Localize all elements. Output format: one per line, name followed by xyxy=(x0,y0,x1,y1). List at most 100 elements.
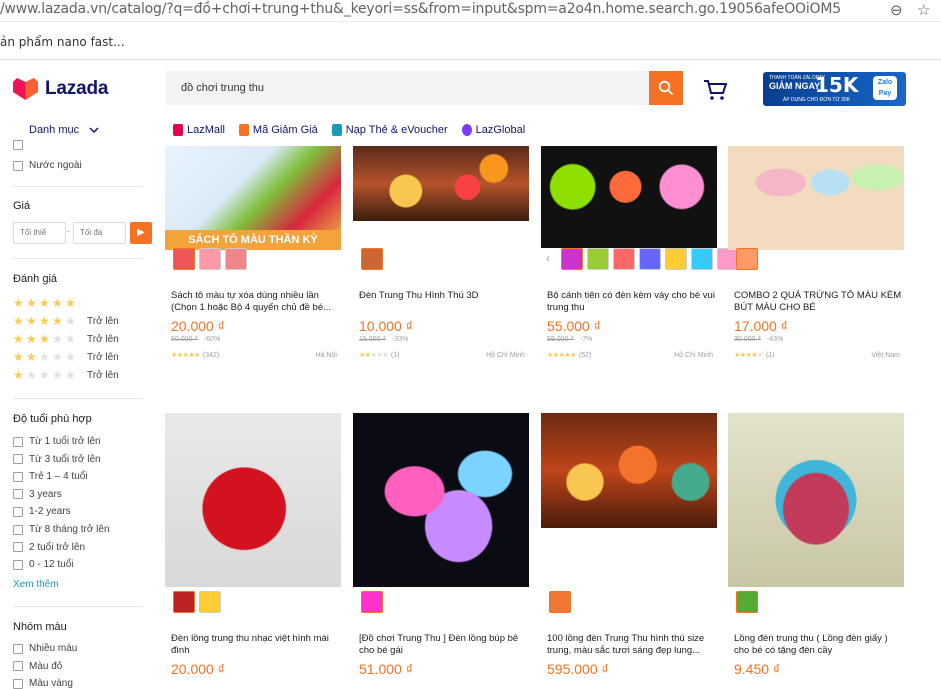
url-text[interactable]: /www.lazada.vn/catalog/?q=đồ+chơi+trung+… xyxy=(0,0,841,18)
variant-thumbnail[interactable] xyxy=(199,248,221,270)
filter-age[interactable]: 1-2 years xyxy=(13,506,71,517)
category-menu[interactable]: Danh mục xyxy=(29,124,99,136)
checkbox[interactable] xyxy=(13,678,23,689)
product-image[interactable] xyxy=(728,413,904,587)
filter-overseas[interactable]: Nước ngoài xyxy=(13,160,82,171)
nav-vouchers[interactable]: Mã Giảm Giá xyxy=(238,121,318,139)
filter-age[interactable]: Từ 8 tháng trở lên xyxy=(13,524,110,535)
variant-thumbnail[interactable] xyxy=(173,591,195,613)
product-image[interactable] xyxy=(353,146,529,221)
filter-color[interactable]: Nhiều màu xyxy=(13,643,77,654)
checkbox[interactable] xyxy=(13,506,23,517)
variant-thumbnail[interactable] xyxy=(549,591,571,613)
filter-age[interactable]: Từ 3 tuổi trở lên xyxy=(13,454,101,465)
zoom-icon[interactable]: ⊖ xyxy=(890,1,903,19)
price-filter-title: Giá xyxy=(13,200,31,212)
address-bar[interactable]: /www.lazada.vn/catalog/?q=đồ+chơi+trung+… xyxy=(0,0,941,22)
product-image[interactable]: SÁCH TÔ MÀU THẦN KỲ xyxy=(165,146,341,250)
nav-lazglobal[interactable]: LazGlobal xyxy=(461,121,525,139)
price-max-input[interactable]: Tối đa xyxy=(73,222,126,244)
top-nav-links: LazMall Mã Giảm Giá Nạp Thẻ & eVoucher L… xyxy=(173,121,525,139)
see-more-link[interactable]: Xem thêm xyxy=(13,579,59,590)
rating-label: Trở lên xyxy=(87,315,119,327)
filter-hidden-item[interactable] xyxy=(13,140,23,150)
filter-age[interactable]: Trẻ 1 – 4 tuổi xyxy=(13,471,88,482)
product-image[interactable] xyxy=(728,146,904,250)
variant-thumbnail[interactable] xyxy=(613,248,635,270)
variant-thumbnail[interactable] xyxy=(736,248,758,270)
product-location: Hồ Chí Minh xyxy=(674,351,713,359)
rating-stars: ★★★★★ xyxy=(734,351,763,359)
product-title[interactable]: Bộ cánh tiên có đèn kèm váy cho bé vui t… xyxy=(547,290,715,314)
variant-thumbnail[interactable] xyxy=(199,591,221,613)
checkbox[interactable] xyxy=(13,661,23,672)
variant-thumbnail[interactable] xyxy=(736,591,758,613)
rating-filter-3[interactable]: ★ ★ ★ ★ ★ Trở lên xyxy=(13,333,119,345)
variant-thumbnail[interactable] xyxy=(691,248,713,270)
variant-thumbnail[interactable] xyxy=(361,248,383,270)
variant-thumbnail[interactable] xyxy=(561,248,583,270)
checkbox[interactable] xyxy=(13,542,23,553)
bookmark-star-icon[interactable]: ☆ xyxy=(917,1,930,19)
nav-lazmall[interactable]: LazMall xyxy=(173,121,225,139)
filter-age[interactable]: Từ 1 tuổi trở lên xyxy=(13,436,101,447)
price-min-input[interactable]: Tối thiể xyxy=(13,222,66,244)
checkbox[interactable] xyxy=(13,436,23,447)
variant-thumbnail[interactable] xyxy=(587,248,609,270)
checkbox[interactable] xyxy=(13,489,23,500)
variant-thumbnail[interactable] xyxy=(361,591,383,613)
nav-topup[interactable]: Nạp Thẻ & eVoucher xyxy=(331,121,448,139)
variant-thumbnail[interactable] xyxy=(173,248,195,270)
star-icon: ★ xyxy=(65,296,76,310)
discount: -60% xyxy=(203,336,221,343)
filter-color[interactable]: Màu đỏ xyxy=(13,661,62,672)
product-image[interactable] xyxy=(165,413,341,587)
product-banner: SÁCH TÔ MÀU THẦN KỲ xyxy=(165,230,341,250)
star-icon: ★ xyxy=(26,296,37,310)
cart-button[interactable] xyxy=(703,79,728,106)
product-title[interactable]: Đèn lồng trung thu nhạc việt hình mái đì… xyxy=(171,633,339,657)
product-title[interactable]: [Đồ chơi Trung Thu ] Đèn lồng búp bê cho… xyxy=(359,633,527,657)
search-button[interactable] xyxy=(649,71,683,105)
rating-filter-1[interactable]: ★ ★ ★ ★ ★ Trở lên xyxy=(13,369,119,381)
checkbox[interactable] xyxy=(13,524,23,535)
filter-age[interactable]: 0 - 12 tuổi xyxy=(13,559,73,570)
checkbox[interactable] xyxy=(13,643,23,654)
zalopay-promo-banner[interactable]: THANH TOÁN ZALOPAY GIẢM NGAY 15K ÁP DỤNG… xyxy=(763,72,906,106)
rating-filter-5[interactable]: ★ ★ ★ ★ ★ xyxy=(13,297,78,309)
rating-label: Trở lên xyxy=(87,369,119,381)
filter-label: 0 - 12 tuổi xyxy=(29,559,74,571)
product-image[interactable] xyxy=(541,413,717,528)
chevron-left-icon[interactable]: ‹ xyxy=(546,251,550,265)
checkbox[interactable] xyxy=(13,454,23,465)
checkbox[interactable] xyxy=(13,559,23,570)
bookmark-item[interactable]: ản phẩm nano fast... xyxy=(0,35,125,49)
chevron-right-icon[interactable]: › xyxy=(703,251,707,265)
age-filter-title: Độ tuổi phù hợp xyxy=(13,413,92,425)
filter-age[interactable]: 2 tuổi trở lên xyxy=(13,542,85,553)
product-title[interactable]: Lồng đèn trung thu ( Lồng đèn giấy ) cho… xyxy=(734,633,902,657)
filter-age[interactable]: 3 years xyxy=(13,489,62,500)
variant-thumbnail[interactable] xyxy=(225,248,247,270)
variant-thumbnail[interactable] xyxy=(639,248,661,270)
price-apply-button[interactable]: ▶ xyxy=(130,222,152,244)
rating-filter-2[interactable]: ★ ★ ★ ★ ★ Trở lên xyxy=(13,351,119,363)
search-input[interactable]: đồ chơi trung thu xyxy=(166,71,649,105)
product-title[interactable]: Sách tô màu tự xóa dùng nhiều lần (Chọn … xyxy=(171,290,339,314)
product-title[interactable]: 100 lồng đèn Trung Thu hình thú size tru… xyxy=(547,633,715,657)
checkbox[interactable] xyxy=(13,160,23,171)
product-image[interactable] xyxy=(541,146,717,248)
product-title[interactable]: COMBO 2 QUẢ TRỨNG TÔ MÀU KÈM BÚT MÀU CHO… xyxy=(734,290,902,314)
variant-thumbnail[interactable] xyxy=(665,248,687,270)
discount: -33% xyxy=(391,336,409,343)
filter-color[interactable]: Màu vàng xyxy=(13,678,73,689)
rating-filter-4[interactable]: ★ ★ ★ ★ ★ Trở lên xyxy=(13,315,119,327)
product-rating-row: ★★★★★ (52) Hồ Chí Minh xyxy=(547,351,713,359)
product-image[interactable] xyxy=(353,413,529,587)
product-title[interactable]: Đèn Trung Thu Hình Thú 3D xyxy=(359,290,527,314)
product-location: Hồ Chí Minh xyxy=(486,351,525,359)
product-price: 10.000 ₫ xyxy=(359,318,413,334)
checkbox[interactable] xyxy=(13,140,23,150)
checkbox[interactable] xyxy=(13,471,23,482)
lazada-logo[interactable]: Lazada xyxy=(13,78,108,100)
